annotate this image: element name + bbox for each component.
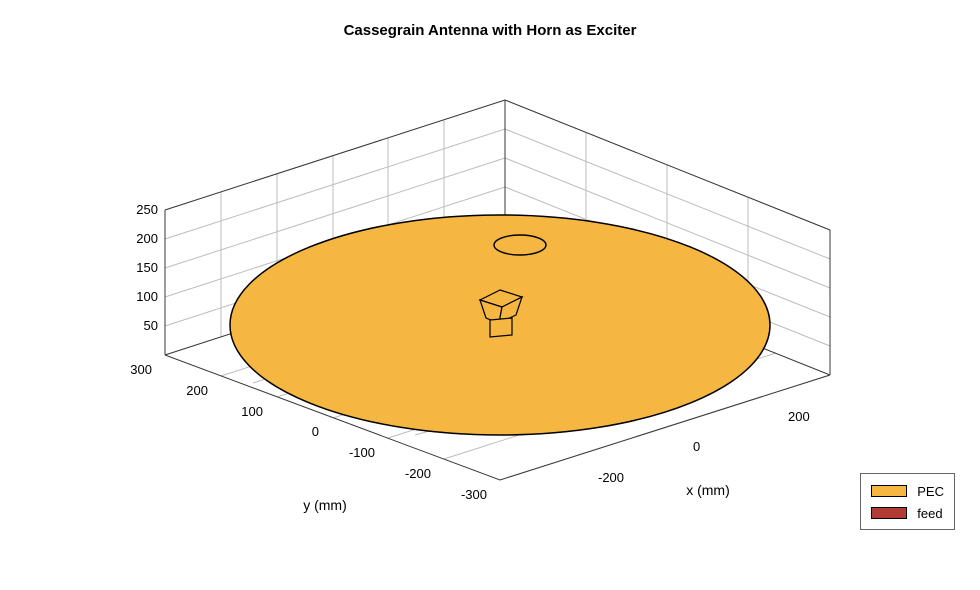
z-tick-0: 50 xyxy=(144,318,158,333)
y-tick-4: 100 xyxy=(241,404,263,419)
legend-item-pec[interactable]: PEC xyxy=(871,480,944,502)
legend-label-feed: feed xyxy=(917,506,942,521)
legend-item-feed[interactable]: feed xyxy=(871,502,944,524)
legend[interactable]: PEC feed xyxy=(860,473,955,530)
y-tick-1: -200 xyxy=(405,466,431,481)
z-tick-2: 150 xyxy=(136,260,158,275)
y-tick-0: -300 xyxy=(461,487,487,502)
z-tick-1: 100 xyxy=(136,289,158,304)
z-axis-ticks: 50 100 150 200 250 xyxy=(136,202,158,333)
z-tick-3: 200 xyxy=(136,231,158,246)
axes-svg: 50 100 150 200 250 z (mm) 300 200 100 0 … xyxy=(120,55,860,515)
x-tick-1: 0 xyxy=(693,439,700,454)
legend-swatch-pec xyxy=(871,485,907,497)
y-axis-label: y (mm) xyxy=(303,497,347,513)
figure: Cassegrain Antenna with Horn as Exciter xyxy=(0,0,980,590)
y-tick-2: -100 xyxy=(349,445,375,460)
legend-swatch-feed xyxy=(871,507,907,519)
x-axis-label: x (mm) xyxy=(686,482,730,498)
axes-3d[interactable]: 50 100 150 200 250 z (mm) 300 200 100 0 … xyxy=(120,55,860,515)
sub-reflector xyxy=(494,235,546,255)
plot-title: Cassegrain Antenna with Horn as Exciter xyxy=(0,22,980,39)
z-tick-4: 250 xyxy=(136,202,158,217)
y-tick-5: 200 xyxy=(186,383,208,398)
x-tick-2: 200 xyxy=(788,409,810,424)
y-tick-6: 300 xyxy=(130,362,152,377)
legend-label-pec: PEC xyxy=(917,484,944,499)
y-tick-3: 0 xyxy=(312,424,319,439)
x-tick-0: -200 xyxy=(598,470,624,485)
